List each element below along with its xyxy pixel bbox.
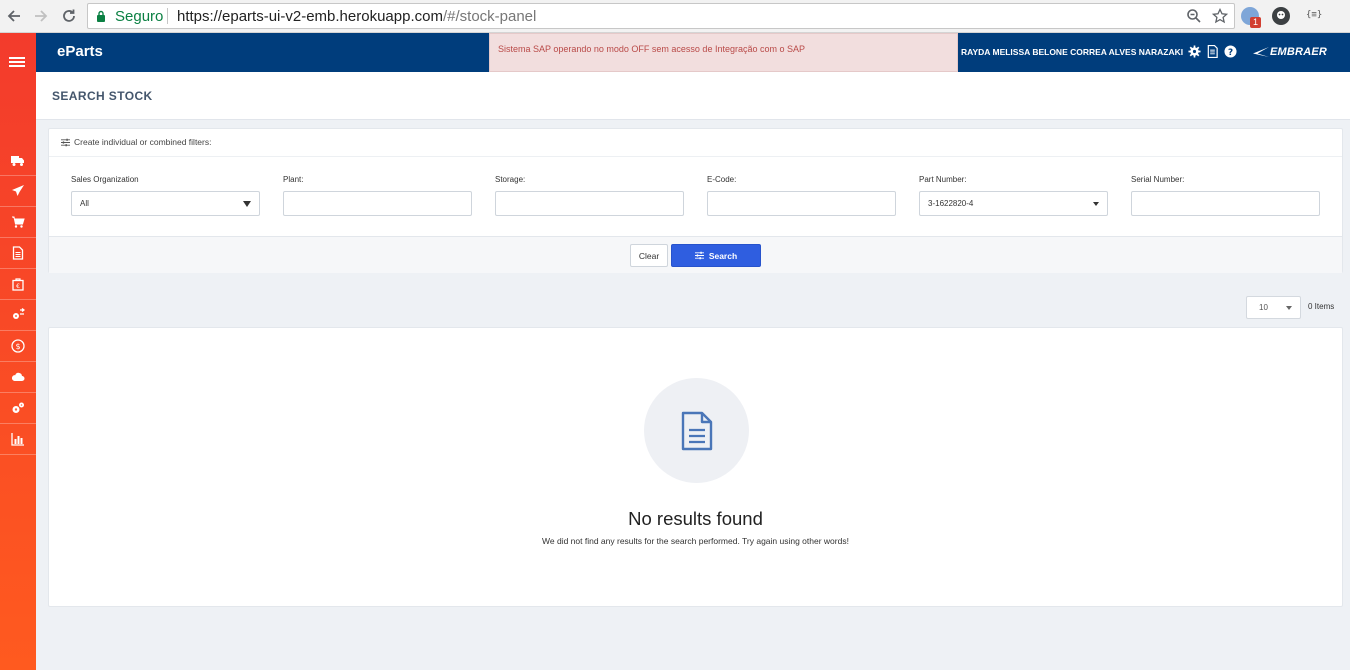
sales-organization-label: Sales Organization <box>71 175 139 184</box>
zoom-icon[interactable] <box>1186 8 1202 24</box>
cogs-icon <box>12 402 24 413</box>
dollar-circle-icon: $ <box>11 339 25 353</box>
gears-arrows-icon <box>13 308 25 319</box>
sales-organization-field: Sales Organization All <box>71 175 261 216</box>
storage-field: Storage: <box>495 175 685 216</box>
gear-icon[interactable] <box>1188 45 1201 58</box>
storage-label: Storage: <box>495 175 526 184</box>
omnibox-divider <box>167 8 168 24</box>
url-host: https://eparts-ui-v2-emb.herokuapp.com <box>177 8 443 25</box>
airplane-icon <box>12 185 24 196</box>
search-button-label: Search <box>708 250 738 261</box>
items-count: 0 Items <box>1308 302 1335 311</box>
extension-json-viewer[interactable]: {≡} <box>1306 10 1322 20</box>
part-number-select[interactable]: 3-1622820-4 <box>919 191 1108 216</box>
part-number-field: Part Number: 3-1622820-4 <box>919 175 1109 216</box>
reload-button[interactable] <box>58 5 80 27</box>
extension-badge: 1 <box>1250 17 1262 28</box>
extension-ghostery-icon[interactable] <box>1272 7 1290 25</box>
chevron-down-icon <box>1093 201 1099 206</box>
page-size-value: 10 <box>1259 303 1268 312</box>
plant-label: Plant: <box>283 175 304 184</box>
back-button[interactable] <box>3 5 25 27</box>
sliders-icon <box>61 138 70 147</box>
forward-button[interactable] <box>30 5 52 27</box>
sidebar: € $ <box>0 33 36 670</box>
search-button[interactable]: Search <box>671 244 761 267</box>
embraer-logo: EMBRAER <box>1252 44 1327 60</box>
embraer-logo-text: EMBRAER <box>1270 46 1328 58</box>
sidebar-item-finance[interactable]: $ <box>0 331 36 362</box>
document-icon <box>12 246 24 260</box>
cloud-icon <box>11 372 25 381</box>
sidebar-item-exchange[interactable] <box>0 300 36 331</box>
empty-state-message: We did not find any results for the sear… <box>542 536 849 546</box>
app-header: eParts Sistema SAP operando no modo OFF … <box>36 33 1350 72</box>
bookmark-star-icon[interactable] <box>1212 8 1228 24</box>
lock-icon <box>97 10 105 22</box>
filter-panel: Create individual or combined filters: S… <box>48 128 1343 273</box>
serial-number-input[interactable] <box>1131 191 1320 216</box>
ghost-icon <box>1277 11 1285 19</box>
cart-icon <box>12 216 25 228</box>
empty-document-icon <box>681 411 712 450</box>
sidebar-item-settings[interactable] <box>0 393 36 424</box>
brand-logo[interactable]: eParts <box>57 43 103 60</box>
sidebar-item-cloud[interactable] <box>0 362 36 393</box>
part-number-label: Part Number: <box>919 175 967 184</box>
storage-input[interactable] <box>495 191 684 216</box>
chevron-down-icon <box>1286 305 1292 310</box>
forward-arrow-icon <box>35 10 48 22</box>
sidebar-item-flights[interactable] <box>0 176 36 207</box>
sidebar-item-cart[interactable] <box>0 207 36 238</box>
page-size-select[interactable]: 10 <box>1246 296 1301 319</box>
serial-number-field: Serial Number: <box>1131 175 1321 216</box>
ecode-input[interactable] <box>707 191 896 216</box>
sap-offline-alert: Sistema SAP operando no modo OFF sem ace… <box>489 33 958 72</box>
secure-label: Seguro <box>115 8 164 25</box>
sidebar-item-truck[interactable] <box>0 145 36 176</box>
url-path: /#/stock-panel <box>442 8 537 25</box>
svg-text:?: ? <box>1228 48 1233 58</box>
ecode-field: E-Code: <box>707 175 897 216</box>
user-name[interactable]: RAYDA MELISSA BELONE CORREA ALVES NARAZA… <box>961 47 1183 57</box>
svg-text:$: $ <box>15 342 20 351</box>
empty-state-illustration <box>644 378 749 483</box>
reload-icon <box>63 9 75 22</box>
results-panel: No results found We did not find any res… <box>48 327 1343 607</box>
url-text: https://eparts-ui-v2-emb.herokuapp.com/#… <box>177 8 536 25</box>
sales-organization-value: All <box>80 199 89 208</box>
sidebar-item-euro-bag[interactable]: € <box>0 269 36 300</box>
svg-text:€: € <box>16 283 20 290</box>
empty-state-title: No results found <box>628 508 763 529</box>
filter-actions: Clear Search <box>49 236 1342 273</box>
ecode-label: E-Code: <box>707 175 737 184</box>
embraer-wing-icon <box>1253 47 1269 57</box>
sidebar-item-documents[interactable] <box>0 238 36 269</box>
help-icon[interactable]: ? <box>1224 45 1237 58</box>
plant-field: Plant: <box>283 175 473 216</box>
filter-panel-heading: Create individual or combined filters: <box>74 137 212 147</box>
sales-organization-select[interactable]: All <box>71 191 260 216</box>
serial-number-label: Serial Number: <box>1131 175 1185 184</box>
euro-bag-icon: € <box>12 278 24 291</box>
part-number-value: 3-1622820-4 <box>928 199 974 208</box>
sidebar-item-reports[interactable] <box>0 424 36 455</box>
chevron-down-icon <box>243 200 251 207</box>
browser-toolbar: Seguro https://eparts-ui-v2-emb.herokuap… <box>0 0 1350 33</box>
filter-panel-header: Create individual or combined filters: <box>49 129 1342 157</box>
address-bar[interactable]: Seguro https://eparts-ui-v2-emb.herokuap… <box>87 3 1235 29</box>
menu-hamburger-icon[interactable] <box>9 57 25 69</box>
sliders-icon <box>694 251 704 260</box>
page-title-bar: SEARCH STOCK <box>36 72 1350 120</box>
page-title: SEARCH STOCK <box>52 89 153 103</box>
back-arrow-icon <box>7 10 20 22</box>
plant-input[interactable] <box>283 191 472 216</box>
truck-icon <box>11 156 24 166</box>
report-document-icon[interactable] <box>1206 45 1219 58</box>
bar-chart-icon <box>11 433 24 446</box>
clear-button[interactable]: Clear <box>630 244 668 267</box>
